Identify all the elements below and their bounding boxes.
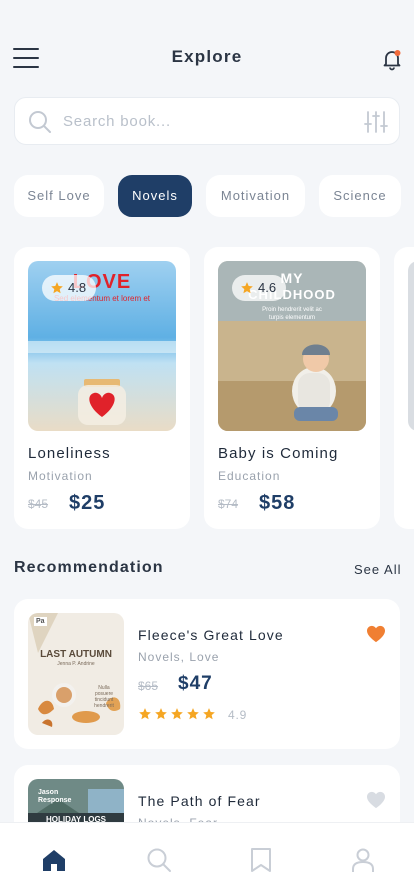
star-icon xyxy=(155,708,167,720)
book-cover: MY CHILDHOOD Proin hendrerit velit ac tu… xyxy=(218,261,366,431)
cover-title: LAST AUTUMN xyxy=(40,649,112,660)
heart-icon[interactable] xyxy=(366,625,386,643)
book-cover: LOVE Sed elementum et lorem et 4.8 xyxy=(28,261,176,431)
rating-badge: 4.6 xyxy=(232,275,287,301)
book-card[interactable]: LOVE Sed elementum et lorem et 4.8 Lonel… xyxy=(14,247,190,529)
price: $47 xyxy=(178,673,213,694)
star-icon xyxy=(171,708,183,720)
category-chips: Self Love Novels Motivation Science xyxy=(14,175,414,217)
featured-books: LOVE Sed elementum et lorem et 4.8 Lonel… xyxy=(14,247,414,529)
old-price: $74 xyxy=(218,497,239,511)
book-cover: Pa LAST AUTUMN Jenna P. Andrine Nulla po… xyxy=(28,613,124,735)
price: $58 xyxy=(259,492,296,514)
book-title: Fleece's Great Love xyxy=(138,627,284,643)
page-title: Explore xyxy=(171,47,243,66)
rating-value: 4.9 xyxy=(228,708,248,722)
cover-author: Jason Response xyxy=(38,789,72,804)
book-card-partial[interactable] xyxy=(394,247,414,529)
old-price: $45 xyxy=(28,497,49,511)
price: $25 xyxy=(69,492,106,514)
bottom-tab-bar xyxy=(0,822,414,896)
home-icon[interactable] xyxy=(41,847,67,873)
star-icon xyxy=(187,708,199,720)
book-title: Baby is Coming xyxy=(218,445,339,462)
chip-self-love[interactable]: Self Love xyxy=(14,175,104,217)
book-category: Education xyxy=(218,469,281,483)
filter-sliders-icon[interactable] xyxy=(363,110,389,134)
star-icon xyxy=(203,708,215,720)
cover-author: Jenna P. Andrine xyxy=(57,661,95,667)
old-price: $65 xyxy=(138,679,159,693)
book-category: Novels, Love xyxy=(138,650,220,664)
book-cover xyxy=(408,261,414,431)
cover-quote: Nulla posuere tincidunt hendrerit xyxy=(94,685,114,709)
book-card[interactable]: MY CHILDHOOD Proin hendrerit velit ac tu… xyxy=(204,247,380,529)
recommendation-item[interactable]: Pa LAST AUTUMN Jenna P. Andrine Nulla po… xyxy=(14,599,400,749)
section-title: Recommendation xyxy=(14,559,164,576)
search-icon xyxy=(27,109,53,135)
cover-subtitle-line2: turpis elementum xyxy=(268,315,316,321)
heart-icon[interactable] xyxy=(366,791,386,809)
star-rating xyxy=(138,707,218,721)
book-category: Motivation xyxy=(28,469,93,483)
cover-subtitle-line1: Proin hendrerit velit ac xyxy=(262,307,322,313)
star-icon xyxy=(241,282,253,294)
cover-badge: Pa xyxy=(34,617,47,626)
bell-icon[interactable] xyxy=(380,47,404,71)
chip-science[interactable]: Science xyxy=(319,175,401,217)
header: Explore xyxy=(0,0,414,96)
search-input[interactable]: Search book... xyxy=(63,113,171,130)
bookmark-icon[interactable] xyxy=(248,847,274,873)
star-icon xyxy=(139,708,151,720)
chip-motivation[interactable]: Motivation xyxy=(206,175,305,217)
chip-novels[interactable]: Novels xyxy=(118,175,192,217)
search-bar[interactable]: Search book... xyxy=(14,97,400,145)
rating-value: 4.8 xyxy=(68,280,87,295)
search-icon[interactable] xyxy=(146,847,172,873)
profile-icon[interactable] xyxy=(350,847,376,873)
book-title: The Path of Fear xyxy=(138,793,261,809)
rating-value: 4.6 xyxy=(258,280,277,295)
book-title: Loneliness xyxy=(28,445,111,462)
star-icon xyxy=(51,282,63,294)
rating-badge: 4.8 xyxy=(42,275,97,301)
see-all-link[interactable]: See All xyxy=(354,562,401,577)
